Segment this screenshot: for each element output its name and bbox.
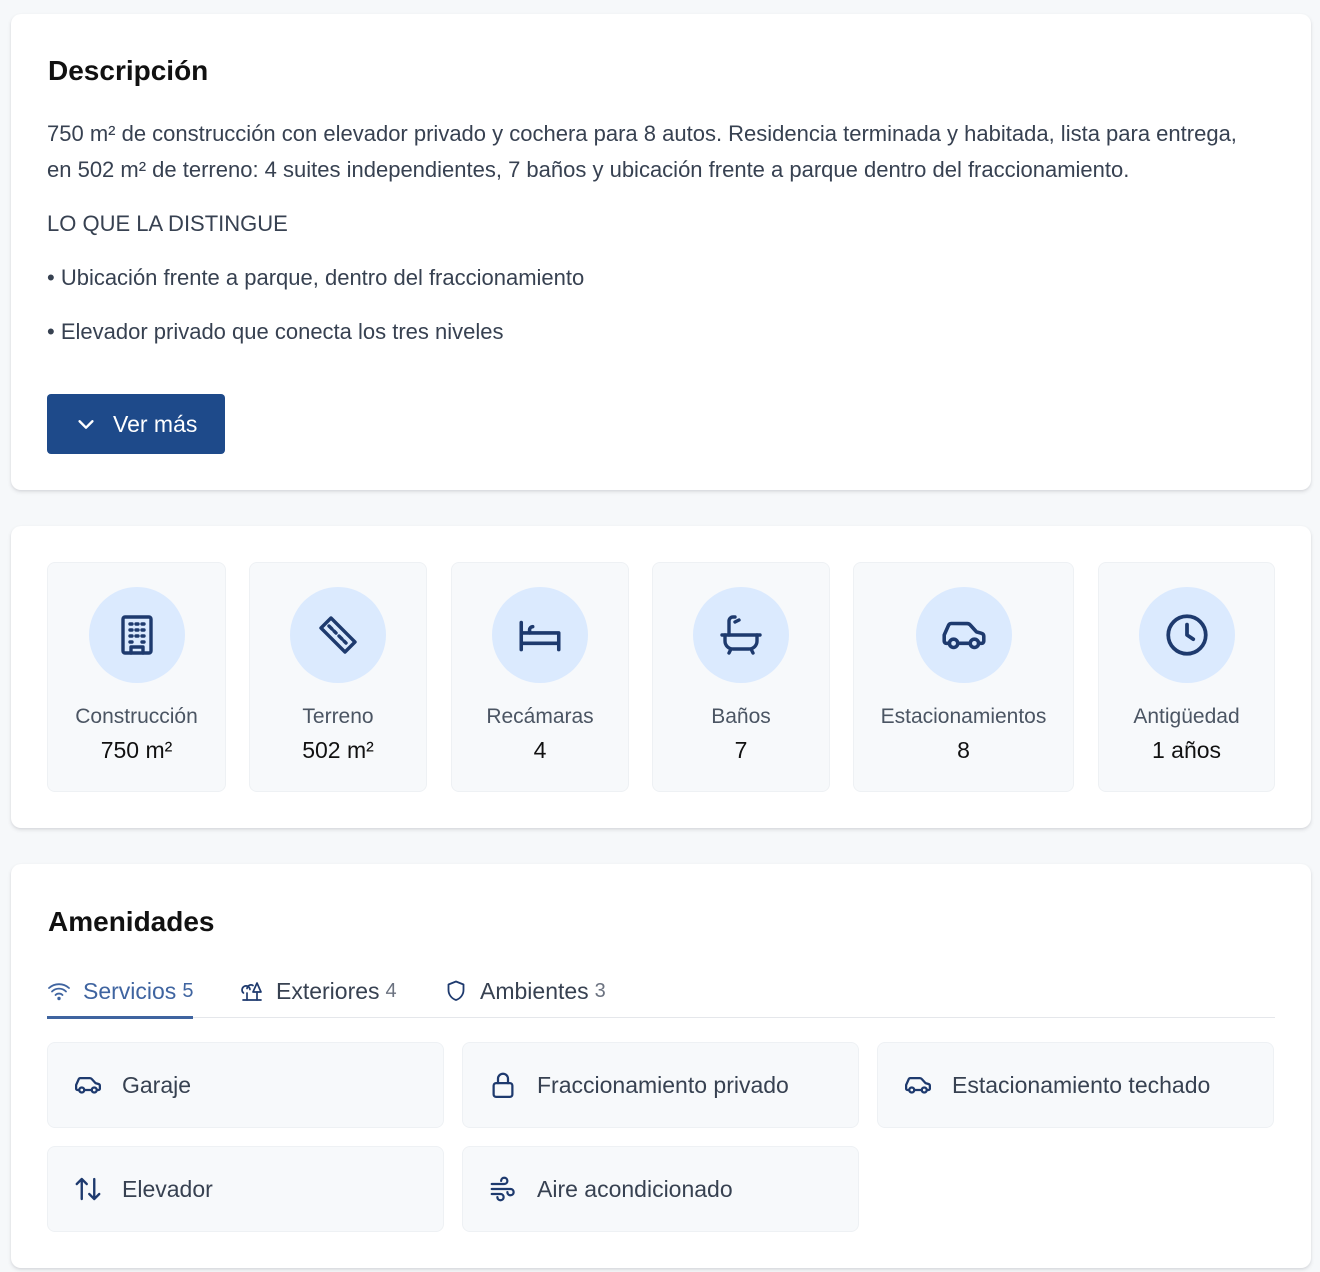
description-subheading: LO QUE LA DISTINGUE <box>47 211 288 236</box>
amenity-label: Garaje <box>122 1071 192 1098</box>
description-bullet: • Ubicación frente a parque, dentro del … <box>47 265 585 290</box>
stat-estacionamientos: Estacionamientos 8 <box>853 562 1074 792</box>
stat-antiguedad: Antigüedad 1 años <box>1098 562 1275 792</box>
tab-count: 3 <box>594 979 606 1002</box>
stat-label: Recámaras <box>486 705 594 728</box>
tab-servicios[interactable]: Servicios 5 <box>47 964 194 1019</box>
stat-construccion: Construcción 750 m² <box>47 562 226 792</box>
clock-icon <box>1138 587 1235 683</box>
amenities-tabs: Servicios 5 Exteriores 4 Ambientes 3 <box>47 964 1275 1019</box>
car-icon <box>915 587 1012 683</box>
amenity-item-fraccionamiento-privado: Fraccionamiento privado <box>462 1042 859 1128</box>
tab-label: Ambientes <box>480 977 589 1004</box>
ver-mas-label: Ver más <box>113 410 198 437</box>
description-paragraph: 750 m² de construcción con elevador priv… <box>47 121 1237 182</box>
amenity-item-elevador: Elevador <box>47 1146 444 1232</box>
stat-label: Antigüedad <box>1133 705 1240 728</box>
tab-count: 5 <box>182 979 194 1002</box>
stat-label: Estacionamientos <box>880 705 1047 728</box>
amenity-item-aire-acondicionado: Aire acondicionado <box>462 1146 859 1232</box>
amenities-title: Amenidades <box>48 906 215 937</box>
shield-icon <box>444 979 468 1003</box>
amenity-item-garaje: Garaje <box>47 1042 444 1128</box>
tab-count: 4 <box>385 979 397 1002</box>
amenity-label: Fraccionamiento privado <box>537 1071 789 1098</box>
tab-label: Exteriores <box>276 977 380 1004</box>
amenity-item-estacionamiento-techado: Estacionamiento techado <box>877 1042 1274 1128</box>
amenities-card: Amenidades Servicios 5 Exteriores 4 Ambi… <box>11 864 1311 1268</box>
description-body: 750 m² de construcción con elevador priv… <box>47 116 1267 368</box>
stat-value: 7 <box>734 737 748 763</box>
building-icon <box>88 587 185 683</box>
description-bullet: • Elevador privado que conecta los tres … <box>47 319 504 344</box>
stat-banos: Baños 7 <box>652 562 830 792</box>
car-icon <box>902 1069 934 1101</box>
tab-label: Servicios <box>83 977 177 1004</box>
stat-value: 750 m² <box>100 737 173 763</box>
arrows-up-down-icon <box>72 1173 104 1205</box>
car-icon <box>72 1069 104 1101</box>
stat-value: 4 <box>533 737 547 763</box>
amenity-label: Aire acondicionado <box>537 1175 733 1202</box>
stat-value: 502 m² <box>302 737 374 763</box>
ruler-icon <box>290 587 386 683</box>
description-title: Descripción <box>48 55 209 86</box>
tab-exteriores[interactable]: Exteriores 4 <box>240 964 397 1018</box>
ver-mas-button[interactable]: Ver más <box>47 394 225 454</box>
stat-value: 8 <box>957 737 970 763</box>
tab-ambientes[interactable]: Ambientes 3 <box>444 964 606 1018</box>
amenity-label: Estacionamiento techado <box>952 1071 1211 1098</box>
stat-recamaras: Recámaras 4 <box>451 562 629 792</box>
stat-label: Terreno <box>302 705 374 728</box>
amenity-label: Elevador <box>122 1175 213 1202</box>
lock-icon <box>487 1069 519 1101</box>
description-card: Descripción 750 m² de construcción con e… <box>11 14 1311 490</box>
stat-terreno: Terreno 502 m² <box>249 562 427 792</box>
stat-label: Baños <box>711 705 771 728</box>
chevron-down-icon <box>75 413 97 435</box>
bed-icon <box>492 587 588 683</box>
bathtub-icon <box>693 587 789 683</box>
trees-icon <box>240 979 264 1003</box>
stat-value: 1 años <box>1151 737 1222 763</box>
stats-card: Construcción 750 m² Terreno 502 m² Recám… <box>11 526 1311 828</box>
wifi-icon <box>47 979 71 1003</box>
wind-icon <box>487 1173 519 1205</box>
stat-label: Construcción <box>75 705 198 728</box>
